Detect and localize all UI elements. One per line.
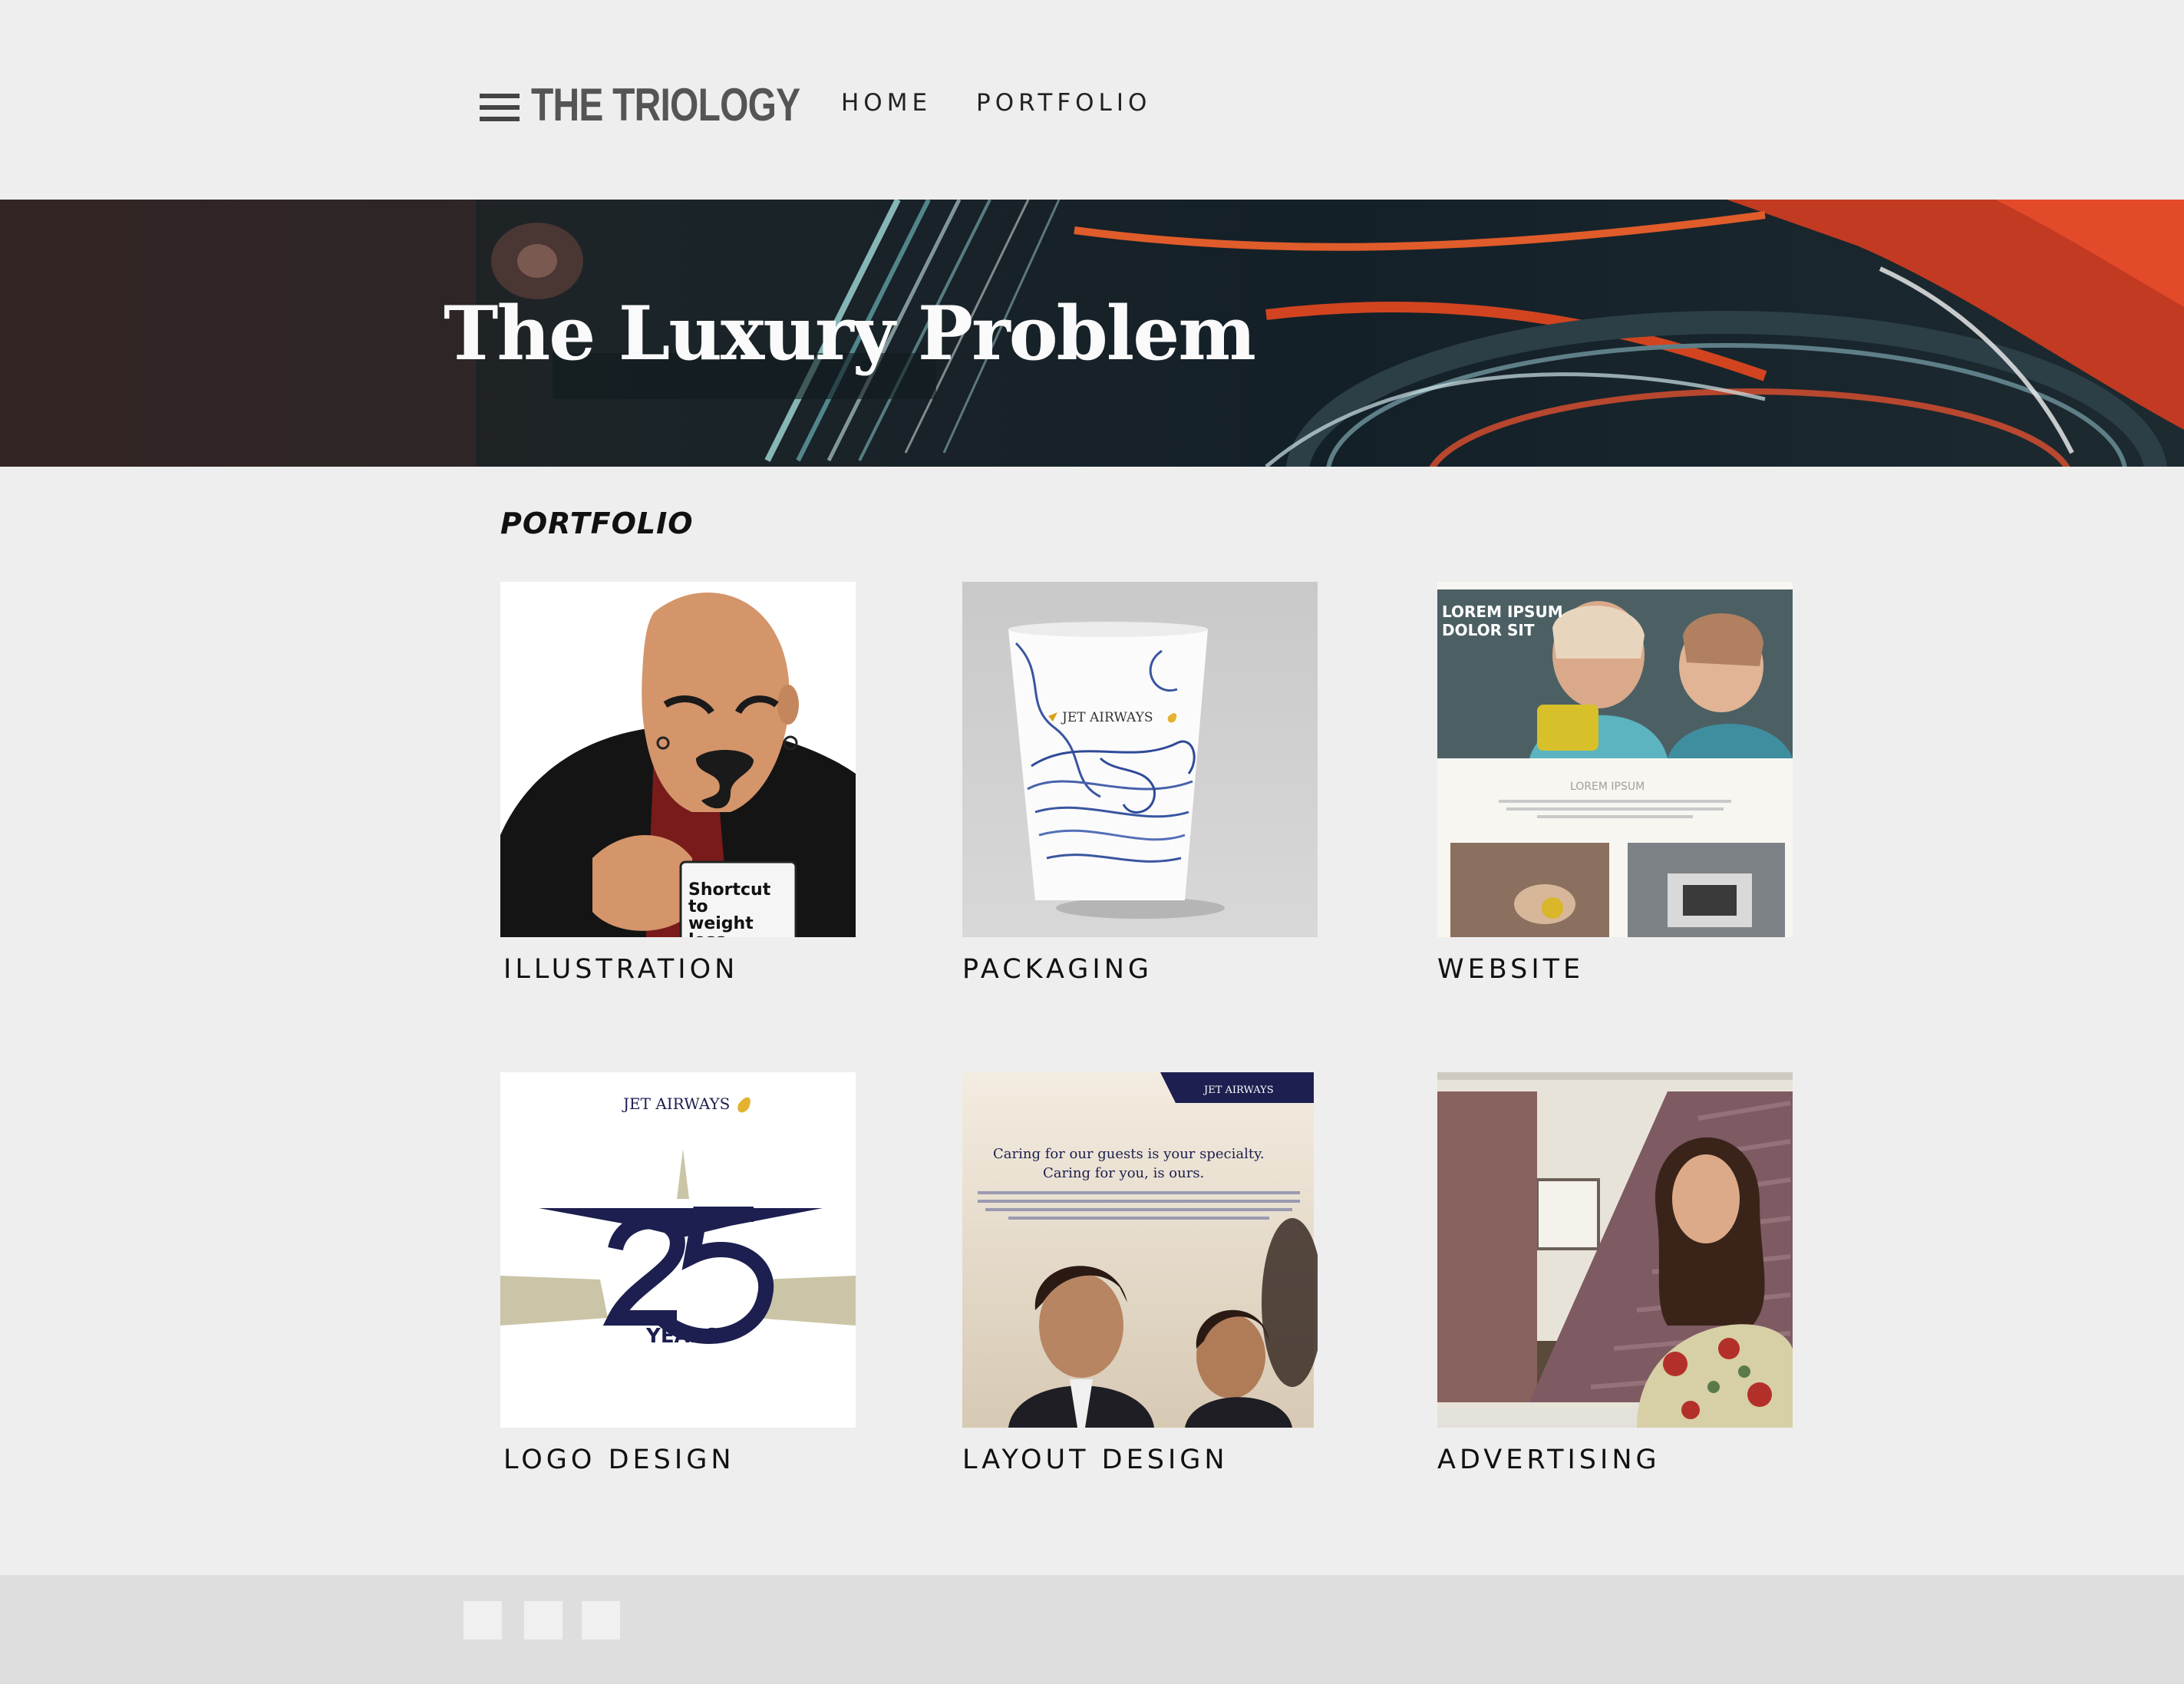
- website-section-text: LOREM IPSUM: [1570, 781, 1645, 793]
- logo-years-text: YEARS: [645, 1325, 719, 1348]
- hero-title: The Luxury Problem: [444, 290, 1256, 377]
- website-caption[interactable]: WEBSITE: [1437, 954, 1584, 985]
- layout-headline-2: Caring for you, is ours.: [1043, 1165, 1204, 1181]
- nav-portfolio-link[interactable]: PORTFOLIO: [976, 89, 1151, 117]
- layout-headline-1: Caring for our guests is your specialty.: [993, 1146, 1265, 1162]
- advertising-thumbnail[interactable]: [1437, 1072, 1793, 1428]
- portfolio-card-layout-design[interactable]: JET AIRWAYS Caring for our guests is you…: [962, 1072, 1318, 1475]
- brand-logo[interactable]: THE TRIOLOGY: [531, 78, 800, 131]
- site-footer: [0, 1575, 2184, 1684]
- hero-banner: The Luxury Problem: [0, 200, 2184, 467]
- layout-design-caption[interactable]: LAYOUT DESIGN: [962, 1445, 1229, 1475]
- portfolio-card-logo-design[interactable]: JET AIRWAYS YEARS LOGO DESIGN: [500, 1072, 856, 1475]
- illustration-thumbnail[interactable]: Shortcut to weight loss: [500, 582, 856, 937]
- mug-text-4: loss: [688, 931, 726, 937]
- advertising-caption[interactable]: ADVERTISING: [1437, 1445, 1661, 1475]
- social-icon-2[interactable]: [524, 1601, 562, 1639]
- hamburger-menu-icon[interactable]: [480, 94, 520, 123]
- site-header: THE TRIOLOGY HOME PORTFOLIO: [0, 0, 2184, 200]
- website-thumbnail[interactable]: LOREM IPSUM DOLOR SIT LOREM IPSUM: [1437, 582, 1793, 937]
- nav-home-link[interactable]: HOME: [841, 89, 932, 117]
- portfolio-heading: PORTFOLIO: [500, 507, 694, 540]
- portfolio-card-illustration[interactable]: Shortcut to weight loss ILLUSTRATION: [500, 582, 856, 985]
- website-hero-text-2: DOLOR SIT: [1442, 621, 1535, 639]
- layout-design-thumbnail[interactable]: JET AIRWAYS Caring for our guests is you…: [962, 1072, 1318, 1428]
- social-icon-3[interactable]: [582, 1601, 620, 1639]
- layout-brand-text: JET AIRWAYS: [1203, 1085, 1274, 1096]
- logo-design-thumbnail[interactable]: JET AIRWAYS YEARS: [500, 1072, 856, 1428]
- portfolio-card-website[interactable]: LOREM IPSUM DOLOR SIT LOREM IPSUM WEBSIT…: [1437, 582, 1793, 985]
- portfolio-card-advertising[interactable]: ADVERTISING: [1437, 1072, 1793, 1475]
- logo-design-caption[interactable]: LOGO DESIGN: [503, 1445, 735, 1475]
- packaging-caption[interactable]: PACKAGING: [962, 954, 1153, 985]
- social-icon-1[interactable]: [464, 1601, 502, 1639]
- portfolio-card-packaging[interactable]: JET AIRWAYS PACKAGING: [962, 582, 1318, 985]
- illustration-caption[interactable]: ILLUSTRATION: [503, 954, 738, 985]
- packaging-thumbnail[interactable]: JET AIRWAYS: [962, 582, 1318, 937]
- website-hero-text-1: LOREM IPSUM: [1442, 603, 1563, 621]
- logo-brand-text: JET AIRWAYS: [622, 1095, 730, 1113]
- cup-brand-text: JET AIRWAYS: [1061, 710, 1153, 725]
